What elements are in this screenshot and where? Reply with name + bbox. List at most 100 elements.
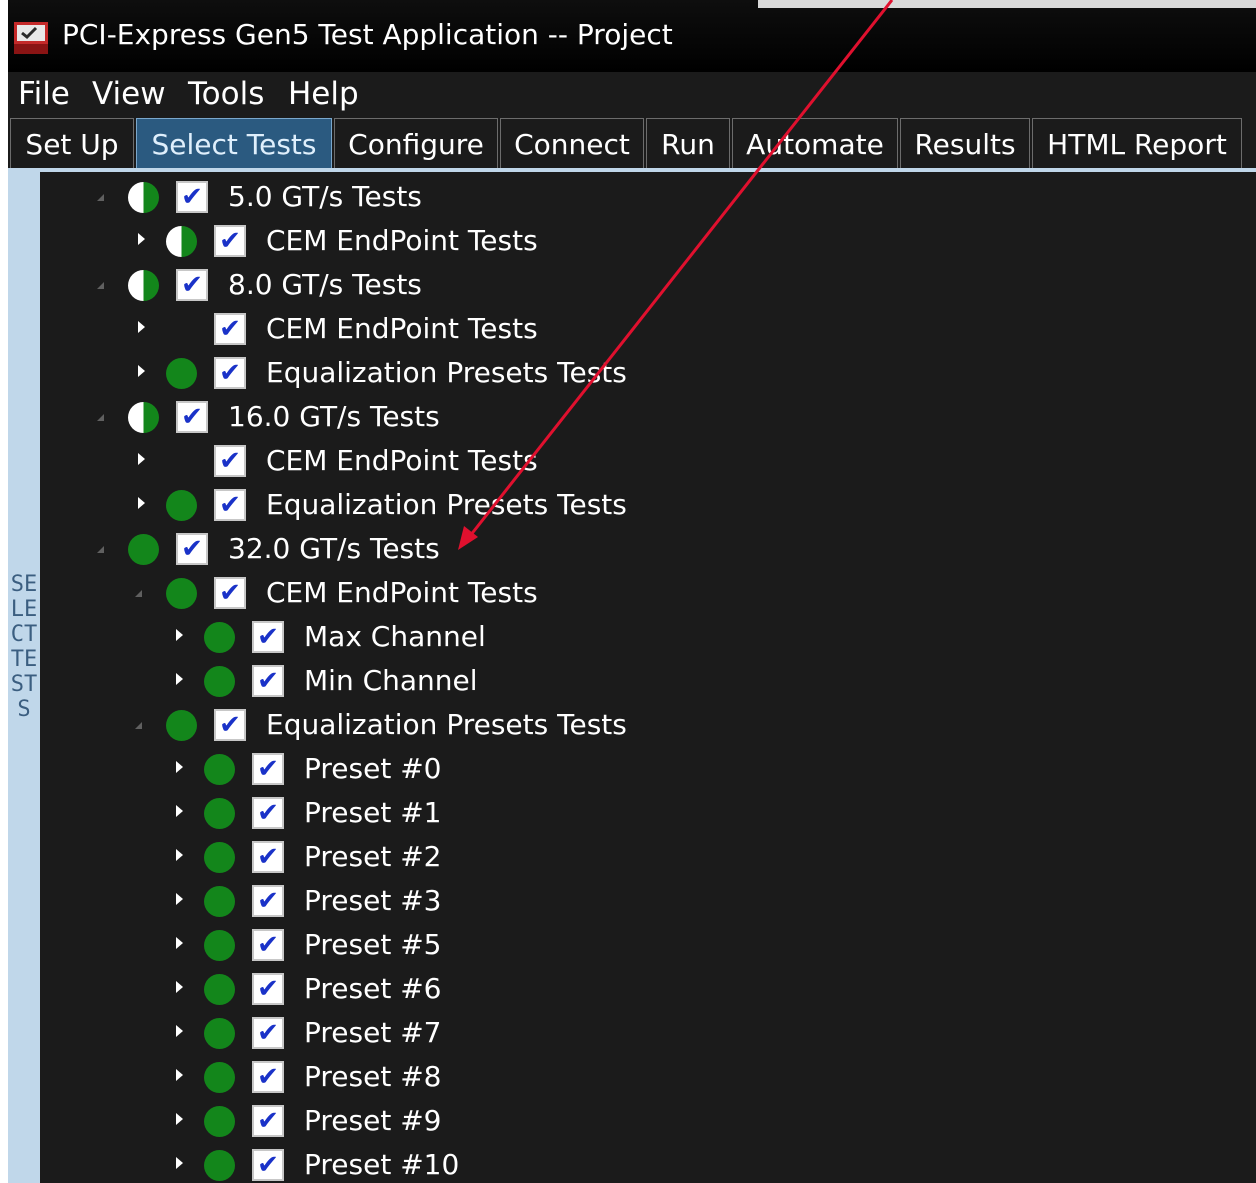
test-checkbox[interactable]: ✔ [214,357,246,389]
tree-row[interactable]: ✔ Preset #1 [8,792,1256,836]
tree-row[interactable]: ✔ Preset #3 [8,880,1256,924]
tree-row[interactable]: ✔ CEM EndPoint Tests [8,220,1256,264]
title-bar-gloss [758,0,1256,8]
expand-triangle-icon[interactable] [138,453,145,465]
test-checkbox[interactable]: ✔ [252,1017,284,1049]
tab-results[interactable]: Results [900,118,1030,170]
partial-status-icon [128,182,159,213]
test-checkbox[interactable]: ✔ [214,709,246,741]
tree-row[interactable]: ✔ CEM EndPoint Tests [8,440,1256,484]
expand-triangle-icon[interactable] [176,1025,183,1037]
test-checkbox[interactable]: ✔ [252,885,284,917]
test-checkbox[interactable]: ✔ [176,533,208,565]
tree-row[interactable]: ✔ Equalization Presets Tests [8,484,1256,528]
test-checkbox[interactable]: ✔ [214,577,246,609]
pass-status-icon [204,842,235,873]
expand-triangle-icon[interactable] [138,233,145,245]
tree-row[interactable]: ✔ Preset #5 [8,924,1256,968]
test-checkbox[interactable]: ✔ [214,489,246,521]
menu-view[interactable]: View [92,76,166,112]
title-bar: PCI-Express Gen5 Test Application -- Pro… [8,0,1256,72]
tree-item-label: Preset #0 [304,752,442,785]
tree-row[interactable]: ✔ Preset #8 [8,1056,1256,1100]
test-checkbox[interactable]: ✔ [252,621,284,653]
tree-row[interactable]: ✔ Equalization Presets Tests [8,352,1256,396]
expand-triangle-icon[interactable] [176,893,183,905]
expand-triangle-icon[interactable] [176,629,183,641]
tree-row[interactable]: ✔ CEM EndPoint Tests [8,572,1256,616]
tree-item-label: Equalization Presets Tests [266,708,627,741]
pass-status-icon [204,1150,235,1181]
test-checkbox[interactable]: ✔ [214,313,246,345]
menu-tools[interactable]: Tools [188,76,264,112]
test-checkbox[interactable]: ✔ [252,1105,284,1137]
tree-row[interactable]: ✔ Preset #6 [8,968,1256,1012]
tree-item-label: CEM EndPoint Tests [266,444,538,477]
test-checkbox[interactable]: ✔ [176,401,208,433]
tree-item-label: 5.0 GT/s Tests [228,180,422,213]
expand-triangle-icon[interactable] [176,937,183,949]
tab-connect[interactable]: Connect [500,118,644,170]
tree-row[interactable]: ✔ Preset #2 [8,836,1256,880]
tree-row[interactable]: ✔ Preset #9 [8,1100,1256,1144]
menu-file[interactable]: File [18,76,70,112]
test-checkbox[interactable]: ✔ [252,753,284,785]
tab-set-up[interactable]: Set Up [10,118,134,170]
expand-triangle-icon[interactable] [176,1069,183,1081]
tree-item-label: CEM EndPoint Tests [266,576,538,609]
expand-triangle-icon[interactable] [138,365,145,377]
tab-select-tests[interactable]: Select Tests [136,118,332,170]
collapse-triangle-icon[interactable] [97,194,104,201]
collapse-triangle-icon[interactable] [135,590,142,597]
pass-status-icon [204,1062,235,1093]
tree-item-label: Preset #10 [304,1148,460,1181]
expand-triangle-icon[interactable] [176,1157,183,1169]
expand-triangle-icon[interactable] [176,761,183,773]
tree-item-label: Preset #1 [304,796,442,829]
tree-row[interactable]: ✔ 8.0 GT/s Tests [8,264,1256,308]
collapse-triangle-icon[interactable] [135,722,142,729]
app-window: PCI-Express Gen5 Test Application -- Pro… [8,0,1256,1183]
test-checkbox[interactable]: ✔ [252,1061,284,1093]
test-checkbox[interactable]: ✔ [252,973,284,1005]
tree-row[interactable]: ✔ Preset #7 [8,1012,1256,1056]
tree-row[interactable]: ✔ Preset #0 [8,748,1256,792]
test-checkbox[interactable]: ✔ [252,841,284,873]
collapse-triangle-icon[interactable] [97,546,104,553]
collapse-triangle-icon[interactable] [97,414,104,421]
tab-html-report[interactable]: HTML Report [1032,118,1242,170]
test-checkbox[interactable]: ✔ [252,797,284,829]
tree-row[interactable]: ✔ Min Channel [8,660,1256,704]
expand-triangle-icon[interactable] [138,497,145,509]
expand-triangle-icon[interactable] [176,673,183,685]
tree-item-label: Max Channel [304,620,486,653]
expand-triangle-icon[interactable] [176,849,183,861]
tab-run[interactable]: Run [646,118,730,170]
test-checkbox[interactable]: ✔ [214,445,246,477]
tree-row[interactable]: ✔ Max Channel [8,616,1256,660]
test-checkbox[interactable]: ✔ [252,665,284,697]
expand-triangle-icon[interactable] [176,805,183,817]
tree-row[interactable]: ✔ Preset #10 [8,1144,1256,1183]
menu-help[interactable]: Help [288,76,359,112]
tree-row[interactable]: ✔ 32.0 GT/s Tests [8,528,1256,572]
expand-triangle-icon[interactable] [138,321,145,333]
tab-automate[interactable]: Automate [732,118,898,170]
tree-row[interactable]: ✔ Equalization Presets Tests [8,704,1256,748]
test-checkbox[interactable]: ✔ [252,1149,284,1181]
test-checkbox[interactable]: ✔ [252,929,284,961]
tree-row[interactable]: ✔ 5.0 GT/s Tests [8,176,1256,220]
pass-status-icon [204,974,235,1005]
tree-row[interactable]: ✔ CEM EndPoint Tests [8,308,1256,352]
collapse-triangle-icon[interactable] [97,282,104,289]
test-checkbox[interactable]: ✔ [176,181,208,213]
test-checkbox[interactable]: ✔ [214,225,246,257]
expand-triangle-icon[interactable] [176,981,183,993]
tree-item-label: Preset #6 [304,972,442,1005]
test-checkbox[interactable]: ✔ [176,269,208,301]
expand-triangle-icon[interactable] [176,1113,183,1125]
pass-status-icon [128,534,159,565]
tab-configure[interactable]: Configure [334,118,498,170]
pass-status-icon [166,490,197,521]
tree-row[interactable]: ✔ 16.0 GT/s Tests [8,396,1256,440]
